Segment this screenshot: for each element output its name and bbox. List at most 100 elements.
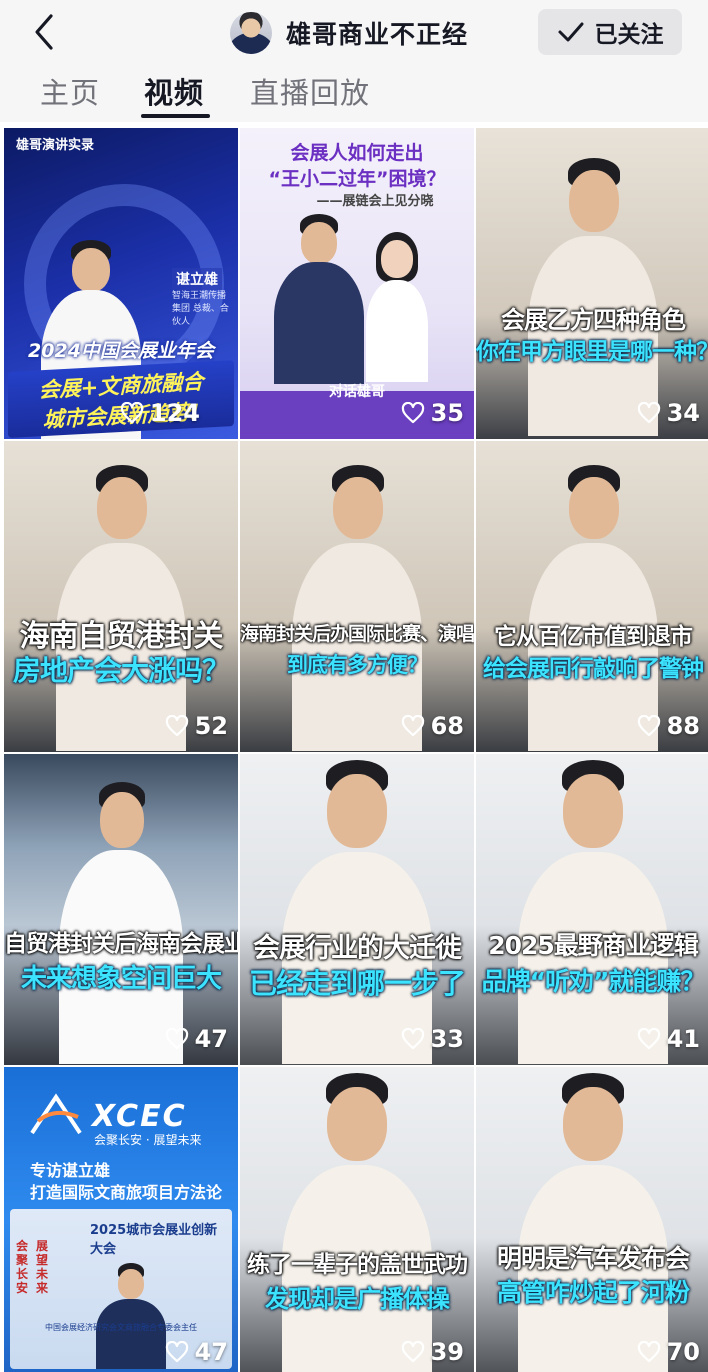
vertical-banner-right: 展望未来 — [36, 1239, 49, 1295]
like-count-value: 33 — [430, 1025, 464, 1053]
like-count: 34 — [637, 399, 700, 427]
top-bar: 雄哥商业不正经 已关注 — [0, 0, 708, 66]
like-count: 33 — [401, 1025, 464, 1053]
speaker-figure — [96, 1263, 166, 1369]
like-count: 47 — [165, 1338, 228, 1366]
speaker-figure — [528, 158, 658, 438]
following-button-label: 已关注 — [594, 22, 664, 48]
tab-live-replay[interactable]: 直播回放 — [250, 70, 370, 112]
profile-tabs: 主页 视频 直播回放 — [0, 66, 708, 122]
checkmark-icon — [558, 22, 583, 42]
like-count: 52 — [165, 712, 228, 740]
video-tile[interactable]: 雄哥演讲实录 谌立雄 智海王潮传播集团 总裁、合伙人 2024中国会展业年会 会… — [4, 128, 238, 439]
event-title: 2024中国会展业年会 — [28, 340, 214, 362]
speaker-figure — [59, 782, 183, 1064]
video-caption-line-1: 会展行业的大迁徙 — [253, 933, 462, 964]
video-caption-line-1: 自贸港封关后海南会展业 — [4, 931, 238, 957]
video-caption-line-2: 给会展同行敲响了警钟 — [483, 656, 704, 682]
heart-outline-icon — [120, 402, 144, 424]
video-caption-line-1: 练了一辈子的盖世武功 — [247, 1252, 468, 1278]
video-caption-line-1: 海南封关后办国际比赛、演唱会 — [240, 623, 474, 645]
speaker-figure — [282, 1073, 432, 1372]
heart-outline-icon — [637, 1341, 660, 1363]
promo-heading-line-2: 打造国际文商旅项目方法论 — [30, 1183, 223, 1202]
stage-footer: 中国会展经济研究会文商旅融合专委会主任 — [45, 1323, 197, 1332]
like-count: 70 — [637, 1338, 700, 1366]
like-count: 88 — [637, 712, 700, 740]
video-tile[interactable]: 练了一辈子的盖世武功 发现却是广播体操 39 — [240, 1067, 474, 1372]
speaker-figure — [56, 465, 186, 751]
xcec-logo-icon — [30, 1093, 82, 1135]
like-count-value: 47 — [194, 1338, 228, 1366]
speaker-figure — [518, 760, 668, 1064]
chevron-left-icon — [35, 14, 53, 50]
heart-outline-icon — [165, 715, 188, 737]
xcec-slogan: 会聚长安 · 展望未来 — [94, 1133, 202, 1147]
following-button[interactable]: 已关注 — [538, 9, 682, 55]
video-tag: 雄哥演讲实录 — [16, 138, 95, 153]
video-bottom-label: 对话雄哥 — [329, 384, 385, 400]
like-count-value: 52 — [194, 712, 228, 740]
guest-figure — [362, 232, 432, 382]
video-tile[interactable]: 海南封关后办国际比赛、演唱会 到底有多方便？ 68 — [240, 441, 474, 752]
video-caption-line-2: 发现却是广播体操 — [265, 1285, 450, 1313]
heart-outline-icon — [401, 715, 424, 737]
video-caption-line-2: 你在甲方眼里是哪一种？ — [476, 339, 708, 365]
video-tile[interactable]: XCEC 会聚长安 · 展望未来 专访谌立雄 打造国际文商旅项目方法论 2025… — [4, 1067, 238, 1372]
heart-outline-icon — [637, 1028, 660, 1050]
video-tile[interactable]: 2025最野商业逻辑 品牌“听劝”就能赚？ 41 — [476, 754, 708, 1065]
video-caption-line-2: 未来想象空间巨大 — [20, 964, 222, 994]
tab-videos[interactable]: 视频 — [144, 70, 204, 112]
video-tile[interactable]: 自贸港封关后海南会展业 未来想象空间巨大 47 — [4, 754, 238, 1065]
account-header[interactable]: 雄哥商业不正经 — [230, 10, 468, 56]
like-count: 41 — [637, 1025, 700, 1053]
like-count-value: 88 — [666, 712, 700, 740]
video-title-line-1: 会展人如何走出 — [290, 142, 424, 164]
video-tile[interactable]: 它从百亿市值到退市 给会展同行敲响了警钟 88 — [476, 441, 708, 752]
like-count-value: 35 — [430, 399, 464, 427]
like-count-value: 47 — [194, 1025, 228, 1053]
video-caption-line-2: 已经走到哪一步了 — [248, 967, 466, 1000]
avatar[interactable] — [230, 12, 272, 54]
video-caption-line-2: 到底有多方便？ — [287, 653, 428, 677]
active-tab-indicator — [141, 114, 210, 118]
video-tile[interactable]: 会展乙方四种角色 你在甲方眼里是哪一种？ 34 — [476, 128, 708, 439]
vertical-banner-left: 会聚长安 — [16, 1239, 29, 1295]
speaker-figure — [274, 214, 364, 384]
stage-title: 2025城市会展业创新大会 — [90, 1223, 218, 1257]
speaker-title: 智海王潮传播集团 总裁、合伙人 — [172, 291, 229, 327]
video-title-line-3: ——展链会上见分晓 — [316, 194, 434, 209]
heart-outline-icon — [165, 1341, 188, 1363]
speaker-name: 谌立雄 — [172, 268, 222, 290]
heart-outline-icon — [637, 715, 660, 737]
speaker-figure — [518, 1073, 668, 1372]
video-caption-line-1: 明明是汽车发布会 — [496, 1244, 690, 1273]
like-count-value: 41 — [666, 1025, 700, 1053]
video-tile[interactable]: 会展行业的大迁徙 已经走到哪一步了 33 — [240, 754, 474, 1065]
xcec-logo-text: XCEC — [92, 1099, 187, 1134]
speaker-figure — [528, 465, 658, 751]
video-caption-line-2: 品牌“听劝”就能赚？ — [481, 967, 706, 996]
video-caption-line-2: 高管咋炒起了河粉 — [496, 1278, 690, 1307]
video-tile[interactable]: 会展人如何走出 “王小二过年”困境？ ——展链会上见分晓 对话雄哥 35 — [240, 128, 474, 439]
video-caption-line-2: 房地产会大涨吗？ — [12, 654, 230, 687]
back-button[interactable] — [24, 10, 64, 54]
tab-home[interactable]: 主页 — [40, 70, 100, 112]
heart-outline-icon — [401, 402, 424, 424]
video-title-line-2: “王小二过年”困境？ — [268, 168, 446, 190]
like-count-value: 34 — [666, 399, 700, 427]
like-count: 47 — [165, 1025, 228, 1053]
speaker-figure — [292, 465, 422, 751]
video-caption-line-1: 会展乙方四种角色 — [501, 306, 686, 334]
video-tile[interactable]: 明明是汽车发布会 高管咋炒起了河粉 70 — [476, 1067, 708, 1372]
like-count: 39 — [401, 1338, 464, 1366]
video-tile[interactable]: 海南自贸港封关 房地产会大涨吗？ 52 — [4, 441, 238, 752]
like-count: 35 — [401, 399, 464, 427]
video-caption-line-1: 2025最野商业逻辑 — [488, 931, 699, 960]
like-count-value: 124 — [149, 399, 200, 427]
like-count-value: 68 — [430, 712, 464, 740]
like-count-value: 39 — [430, 1338, 464, 1366]
like-count: 68 — [401, 712, 464, 740]
heart-outline-icon — [165, 1028, 188, 1050]
heart-outline-icon — [401, 1341, 424, 1363]
